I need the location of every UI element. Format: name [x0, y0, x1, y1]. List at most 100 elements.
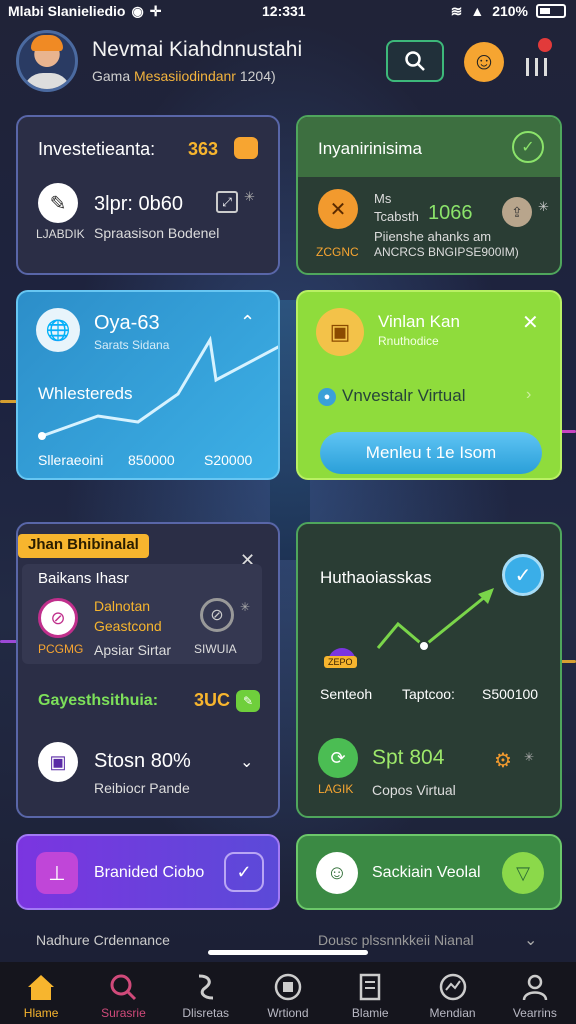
search-button[interactable]: [386, 40, 444, 82]
user-name: Nevmai Kiahdnnustahi: [92, 38, 303, 61]
chat-icon: [234, 137, 258, 159]
nav-search[interactable]: Surasrie: [82, 962, 164, 1024]
clock: 12:331: [262, 3, 306, 19]
chart-axis-mid: 850000: [128, 452, 175, 468]
chart-icon: [439, 973, 466, 1001]
home-indicator: [208, 950, 368, 955]
avatar[interactable]: [16, 30, 78, 92]
virtual-title: Vinlan Kan: [378, 312, 460, 331]
battery-text: 210%: [492, 3, 528, 19]
basket-icon[interactable]: ▽: [502, 852, 544, 894]
stop-icon[interactable]: ⊘: [200, 598, 234, 632]
investments-sub-left: LJABDIK: [36, 227, 85, 241]
status-bar: Mlabi Slanieliedio ◉ ✛ 12:331 ≋ ▲ 210%: [0, 0, 576, 22]
investments-sub-right: Spraasison Bodenel: [94, 225, 220, 241]
purple-card-label: Branided Ciobo: [94, 864, 205, 881]
portfolio-green-value: 3UC: [194, 690, 231, 710]
nav-chart[interactable]: Mendian: [411, 962, 493, 1024]
progress-card[interactable]: Huthaoiasskas ✓ ZEPO Senteoh Taptcoo: S5…: [296, 522, 562, 818]
virtual-card[interactable]: ▣ Vinlan Kan Rnuthodice ✕ ● Vnvestalr Vi…: [296, 290, 562, 480]
more-icon[interactable]: ✳: [524, 750, 534, 764]
share-icon[interactable]: ⇪: [502, 197, 532, 227]
inventory-title: Inyanirinisima: [318, 139, 422, 158]
portfolio-card[interactable]: Jhan Bhibinalal ✕ Baikans Ihasr ⊘ Dalnot…: [16, 522, 280, 818]
check-icon[interactable]: ✓: [224, 852, 264, 892]
document-icon: [360, 973, 381, 1001]
search-icon: [110, 974, 137, 1001]
virtual-subtitle: Rnuthodice: [378, 334, 439, 348]
portfolio-stat-value: Stosn 80%: [94, 750, 191, 772]
inventory-line2-value: 1066: [428, 202, 473, 224]
info-icon: ●: [318, 388, 336, 406]
green-card[interactable]: ☺ Sackiain Veolal ▽: [296, 834, 562, 910]
inventory-sub-line1: Piienshe ahanks am: [374, 229, 492, 244]
inventory-sub-label: ZCGNC: [316, 245, 359, 259]
close-icon[interactable]: ✕: [522, 310, 539, 335]
tools-icon: ✕: [318, 189, 358, 229]
inventory-card[interactable]: Inyanirinisima ✓ ✕ Ms Tcabsth 1066 ⇪ ✳ Z…: [296, 115, 562, 275]
inventory-line1: Ms: [374, 191, 392, 206]
growth-chart-card[interactable]: 🌐 Oya-63 Sarats Sidana ⌃ Whlestereds Sll…: [16, 290, 280, 480]
camera-icon: ◉: [131, 2, 144, 19]
progress-axis-left: Senteoh: [320, 686, 373, 702]
notification-dot: [538, 38, 552, 52]
signal-icon: ▲: [470, 3, 485, 19]
portfolio-tag: Jhan Bhibinalal: [18, 534, 149, 558]
bag-icon: ▣: [38, 742, 78, 782]
plus-icon: ✛: [149, 2, 162, 19]
home-icon: [28, 975, 55, 1000]
stats-icon: [198, 974, 213, 1000]
investments-badge: 363: [188, 139, 219, 159]
progress-tag: ZEPO: [324, 656, 357, 668]
search-icon: [405, 51, 425, 71]
portfolio-item1: Dalnotan: [94, 598, 151, 614]
user-icon: ☺: [316, 852, 358, 894]
progress-axis-mid: Taptcoo:: [402, 686, 455, 702]
more-icon[interactable]: ✳: [538, 199, 549, 215]
wifi-icon: ≋: [450, 2, 463, 19]
virtual-row-text: Vnvestalr Virtual: [342, 386, 466, 405]
no-entry-icon: ⊘: [38, 598, 78, 638]
portfolio-right-sub: SIWUIA: [194, 642, 237, 656]
emoji-button[interactable]: ☺: [464, 42, 504, 82]
portfolio-green-label: Gayesthsithuia:: [38, 692, 159, 709]
check-circle-icon[interactable]: ✓: [512, 131, 544, 163]
portfolio-title: Baikans Ihasr: [38, 570, 129, 587]
user-subtitle: Gama Mesasiiodindanr 1204): [92, 68, 276, 84]
progress-spt: Spt 804: [372, 746, 445, 769]
gear-icon[interactable]: ⚙: [494, 748, 512, 773]
growth-line-chart: [38, 335, 278, 440]
battery-icon: [536, 4, 566, 18]
nav-stats[interactable]: Dlisretas: [165, 962, 247, 1024]
carrier-text: Mlabi Slanieliedio: [8, 3, 126, 19]
chevron-down-icon[interactable]: ⌄: [240, 752, 253, 772]
menu-button[interactable]: [522, 38, 552, 88]
chevron-up-icon[interactable]: ⌃: [240, 312, 255, 333]
refresh-icon: ⟳: [318, 738, 358, 778]
nav-wallet[interactable]: Wrtiond: [247, 962, 329, 1024]
wallet-icon: [274, 973, 302, 1001]
portfolio-stat-sub: Reibiocr Pande: [94, 780, 190, 796]
more-icon[interactable]: ✳: [240, 600, 250, 614]
progress-spt-sub-left: LAGIK: [318, 782, 354, 796]
settings-icon[interactable]: ✳: [244, 189, 255, 205]
chevron-down-icon[interactable]: ⌄: [524, 930, 537, 950]
progress-axis-right: S500100: [482, 686, 539, 702]
header: Nevmai Kiahdnnustahi Gama Mesasiiodindan…: [0, 26, 576, 98]
peek-right-text: Dousc plssnnkkeii Nianal: [318, 932, 474, 948]
pin-icon: ⊥: [36, 852, 78, 894]
purple-card[interactable]: ⊥ Branided Ciobo ✓: [16, 834, 280, 910]
nav-profile[interactable]: Vearrins: [494, 962, 576, 1024]
portfolio-mid-sub: Apsiar Sirtar: [94, 642, 172, 658]
expand-icon[interactable]: ⤢: [216, 191, 238, 213]
chat-bubble-icon: ✎: [38, 183, 78, 223]
virtual-action-button[interactable]: Menleu t 1e Isom: [320, 432, 542, 474]
investments-metric: 3lpr: 0b60: [94, 193, 183, 215]
chevron-right-icon[interactable]: ›: [526, 386, 531, 404]
emoji-icon: ☺: [471, 48, 497, 75]
chat-icon: ✎: [236, 690, 260, 712]
nav-document[interactable]: Blamie: [329, 962, 411, 1024]
green-card-label: Sackiain Veolal: [372, 864, 481, 881]
nav-home[interactable]: Hlame: [0, 962, 82, 1024]
investments-card[interactable]: Investetieanta: 363 ✎ 3lpr: 0b60 ⤢ ✳ LJA…: [16, 115, 280, 275]
